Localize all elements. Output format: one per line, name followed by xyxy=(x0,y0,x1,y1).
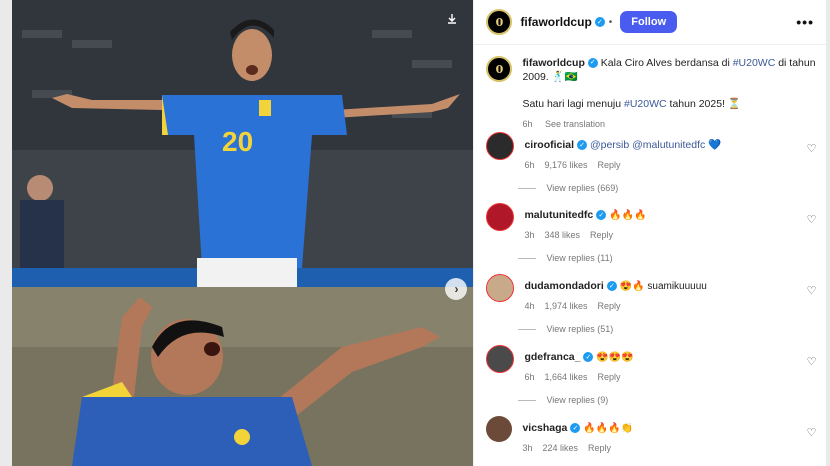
comment-text: 😍😍😍 xyxy=(596,352,634,363)
comment-time: 4h xyxy=(524,301,535,311)
like-heart-icon[interactable]: ♡ xyxy=(807,426,817,439)
post-header: 0 fifaworldcup ✓ • Follow ••• xyxy=(474,0,826,45)
comment-username[interactable]: vicshaga xyxy=(522,422,567,434)
post-sidebar: 0 fifaworldcup ✓ • Follow ••• 0 fifaworl… xyxy=(473,0,826,466)
view-replies-label[interactable]: View replies (51) xyxy=(546,324,613,334)
player-pointing-illustration xyxy=(12,287,474,466)
caption-time: 6h xyxy=(522,119,533,129)
caption-meta: 6h See translation xyxy=(522,117,816,131)
post-caption: 0 fifaworldcup ✓ Kala Ciro Alves berdansa… xyxy=(486,56,816,131)
photo-top: 20 xyxy=(12,0,474,287)
account-username[interactable]: fifaworldcup xyxy=(520,15,591,29)
view-replies[interactable]: View replies (669) xyxy=(518,183,816,193)
caption-text-2: Satu hari lagi menuju xyxy=(522,98,624,110)
comment-text: @persib @malutunitedfc 💙 xyxy=(589,139,722,151)
verified-badge-icon: ✓ xyxy=(594,17,605,27)
like-heart-icon[interactable]: ♡ xyxy=(807,284,817,297)
comment-likes[interactable]: 9,176 likes xyxy=(544,160,587,170)
reply-link[interactable]: Reply xyxy=(597,301,620,311)
verified-badge-icon: ✓ xyxy=(570,423,581,434)
comment-time: 3h xyxy=(522,443,533,453)
comment-likes[interactable]: 348 likes xyxy=(544,230,580,240)
like-heart-icon[interactable]: ♡ xyxy=(807,213,817,226)
verified-badge-icon: ✓ xyxy=(583,352,594,363)
comment-likes[interactable]: 1,974 likes xyxy=(544,301,587,311)
follow-button[interactable]: Follow xyxy=(620,11,678,33)
account-avatar[interactable]: 0 xyxy=(486,9,513,35)
hashtag-link[interactable]: #U20WC xyxy=(624,98,667,110)
like-heart-icon[interactable]: ♡ xyxy=(807,355,817,368)
comment-username[interactable]: cirooficial xyxy=(524,139,574,151)
comment-text: 🔥🔥🔥👏 xyxy=(583,423,634,434)
verified-badge-icon: ✓ xyxy=(596,210,607,221)
comment-item: dudamondadori ✓ 😍🔥 suamikuuuuu 4h 1,974 li… xyxy=(486,274,816,345)
comment-item: cirooficial ✓ @persib @malutunitedfc 💙 6h… xyxy=(486,132,816,203)
caption-text-1: Kala Ciro Alves berdansa di xyxy=(600,57,733,69)
reply-link[interactable]: Reply xyxy=(588,443,611,453)
comment-item: vicshaga ✓ 🔥🔥🔥👏 3h 224 likes Reply ♡ xyxy=(486,416,816,466)
view-replies-label[interactable]: View replies (669) xyxy=(546,183,618,193)
comment-avatar[interactable] xyxy=(486,416,513,442)
verified-badge-icon: ✓ xyxy=(577,140,588,151)
reply-link[interactable]: Reply xyxy=(590,230,613,240)
replies-divider xyxy=(518,187,537,189)
comment-time: 6h xyxy=(524,372,535,382)
comments-list: cirooficial ✓ @persib @malutunitedfc 💙 6h… xyxy=(486,132,816,466)
view-replies[interactable]: View replies (11) xyxy=(518,253,816,263)
comment-time: 6h xyxy=(524,160,535,170)
view-replies-label[interactable]: View replies (9) xyxy=(546,395,608,405)
more-options-icon[interactable]: ••• xyxy=(796,14,814,30)
view-replies[interactable]: View replies (51) xyxy=(518,324,816,334)
view-replies[interactable]: View replies (9) xyxy=(518,395,816,405)
verified-badge-icon: ✓ xyxy=(587,58,598,69)
comment-username[interactable]: gdefranca_ xyxy=(524,351,580,363)
photo-bottom xyxy=(12,287,474,466)
separator-dot: • xyxy=(608,16,613,28)
jersey-number: 20 xyxy=(222,126,254,157)
replies-divider xyxy=(518,328,537,330)
comment-avatar[interactable] xyxy=(486,345,515,373)
replies-divider xyxy=(518,399,537,401)
comment-avatar[interactable] xyxy=(486,132,515,160)
comment-text: 🔥🔥🔥 xyxy=(609,210,647,221)
comment-username[interactable]: dudamondadori xyxy=(524,280,603,292)
comment-item: gdefranca_ ✓ 😍😍😍 6h 1,664 likes Reply View … xyxy=(486,345,816,416)
comment-likes[interactable]: 224 likes xyxy=(542,443,578,453)
replies-divider xyxy=(518,257,537,259)
reply-link[interactable]: Reply xyxy=(597,372,620,382)
reply-link[interactable]: Reply xyxy=(597,160,620,170)
caption-username[interactable]: fifaworldcup xyxy=(522,57,584,69)
see-translation-link[interactable]: See translation xyxy=(545,119,605,129)
comment-avatar[interactable] xyxy=(486,274,515,302)
hashtag-link[interactable]: #U20WC xyxy=(733,57,776,69)
like-heart-icon[interactable]: ♡ xyxy=(807,142,817,155)
caption-avatar[interactable]: 0 xyxy=(486,56,513,82)
comment-likes[interactable]: 1,664 likes xyxy=(544,372,587,382)
verified-badge-icon: ✓ xyxy=(606,281,617,292)
view-replies-label[interactable]: View replies (11) xyxy=(546,253,612,263)
comment-item: malutunitedfc ✓ 🔥🔥🔥 3h 348 likes Reply View… xyxy=(486,203,816,274)
caption-text-2-end: tahun 2025! ⏳ xyxy=(666,98,741,110)
comment-time: 3h xyxy=(524,230,535,240)
post-media[interactable]: 20 › xyxy=(12,0,474,466)
comment-text: 😍🔥 suamikuuuuu xyxy=(619,281,707,292)
comment-username[interactable]: malutunitedfc xyxy=(524,209,593,221)
post-modal: 20 › 0 fifaworldcup ✓ • Follow ••• 0 fif… xyxy=(12,0,826,466)
comment-avatar[interactable] xyxy=(486,203,515,231)
